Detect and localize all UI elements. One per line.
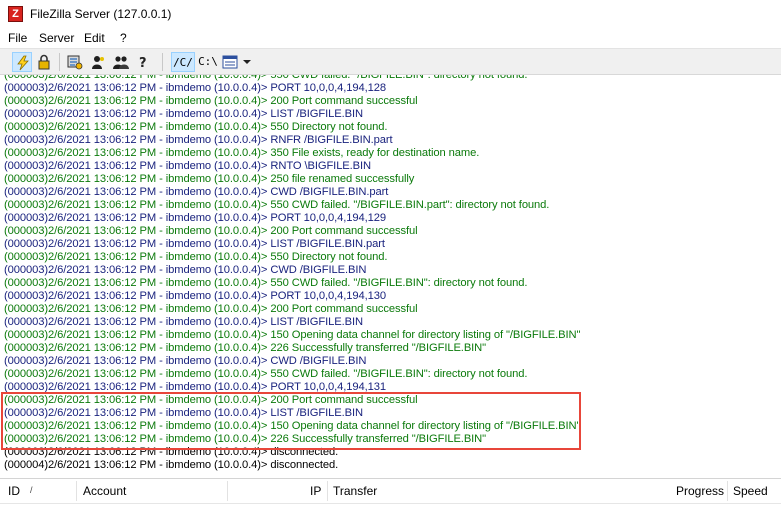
log-line: (000003)2/6/2021 13:06:12 PM - ibmdemo (… — [4, 173, 415, 185]
column-progress[interactable]: Progress — [676, 484, 724, 498]
log-line: (000003)2/6/2021 13:06:12 PM - ibmdemo (… — [4, 95, 418, 107]
log-line: (000003)2/6/2021 13:06:12 PM - ibmdemo (… — [4, 251, 388, 263]
menu-file[interactable]: File — [8, 31, 27, 45]
active-connect-button[interactable] — [12, 52, 32, 72]
sort-indicator-icon: / — [30, 485, 33, 495]
log-line: (000003)2/6/2021 13:06:12 PM - ibmdemo (… — [4, 355, 367, 367]
log-line: (000003)2/6/2021 13:06:12 PM - ibmdemo (… — [4, 316, 363, 328]
column-divider[interactable] — [76, 481, 77, 501]
column-speed[interactable]: Speed — [733, 484, 768, 498]
log-line: (000003)2/6/2021 13:06:12 PM - ibmdemo (… — [4, 342, 487, 354]
help-icon: ? — [139, 56, 147, 70]
log-line: (000003)2/6/2021 13:06:12 PM - ibmdemo (… — [4, 225, 418, 237]
log-line: (000003)2/6/2021 13:06:12 PM - ibmdemo (… — [4, 186, 389, 198]
log-line: (000003)2/6/2021 13:06:12 PM - ibmdemo (… — [4, 238, 385, 250]
log-line: (000003)2/6/2021 13:06:12 PM - ibmdemo (… — [4, 303, 418, 315]
view-dropdown-button[interactable] — [240, 52, 254, 72]
log-line: (000003)2/6/2021 13:06:12 PM - ibmdemo (… — [4, 329, 581, 341]
menu-edit[interactable]: Edit — [84, 31, 105, 45]
log-line: (000003)2/6/2021 13:06:12 PM - ibmdemo (… — [4, 368, 528, 380]
log-line: (000003)2/6/2021 13:06:12 PM - ibmdemo (… — [4, 277, 528, 289]
title-bar: Z FileZilla Server (127.0.0.1) — [0, 0, 781, 29]
menu-bar: File Server Edit ? — [0, 29, 781, 48]
log-line: (000003)2/6/2021 13:06:12 PM - ibmdemo (… — [4, 108, 363, 120]
users-icon — [92, 56, 104, 69]
column-divider[interactable] — [727, 481, 728, 501]
log-line: (000003)2/6/2021 13:06:12 PM - ibmdemo (… — [4, 394, 418, 406]
log-line: (000003)2/6/2021 13:06:12 PM - ibmdemo (… — [4, 82, 387, 94]
log-line: (000003)2/6/2021 13:06:12 PM - ibmdemo (… — [4, 134, 393, 146]
window-title: FileZilla Server (127.0.0.1) — [30, 7, 172, 21]
column-divider[interactable] — [227, 481, 228, 501]
log-panel[interactable]: (000003)2/6/2021 13:06:12 PM - ibmdemo (… — [0, 75, 781, 474]
lock-icon — [38, 54, 50, 70]
log-line: (000003)2/6/2021 13:06:12 PM - ibmdemo (… — [4, 212, 387, 224]
column-ip[interactable]: IP — [310, 484, 321, 498]
view-button[interactable] — [220, 52, 240, 72]
toolbar-separator — [162, 53, 163, 71]
groups-button[interactable] — [111, 52, 131, 72]
log-line: (000003)2/6/2021 13:06:12 PM - ibmdemo (… — [4, 75, 528, 81]
chevron-down-icon — [243, 60, 251, 64]
log-line: (000004)2/6/2021 13:06:12 PM - ibmdemo (… — [4, 459, 339, 471]
log-line: (000003)2/6/2021 13:06:12 PM - ibmdemo (… — [4, 264, 367, 276]
log-line: (000003)2/6/2021 13:06:12 PM - ibmdemo (… — [4, 420, 581, 432]
settings-button[interactable] — [65, 52, 85, 72]
connections-header: ID / Account IP Transfer Progress Speed — [0, 478, 781, 504]
path-c-button[interactable]: /C/ — [171, 52, 195, 72]
help-button[interactable]: ? — [134, 52, 154, 72]
drive-c-button[interactable]: C:\ — [198, 52, 218, 72]
active-connect-icon — [17, 55, 29, 71]
column-id[interactable]: ID — [8, 484, 20, 498]
log-line: (000003)2/6/2021 13:06:12 PM - ibmdemo (… — [4, 199, 550, 211]
column-account[interactable]: Account — [83, 484, 126, 498]
svg-text:?: ? — [139, 56, 147, 70]
lock-button[interactable] — [34, 52, 54, 72]
groups-icon — [113, 56, 129, 69]
filezilla-logo-icon: Z — [8, 6, 23, 22]
column-divider[interactable] — [327, 481, 328, 501]
toolbar: ? /C/ C:\ — [0, 48, 781, 75]
users-button[interactable] — [88, 52, 108, 72]
log-line: (000003)2/6/2021 13:06:12 PM - ibmdemo (… — [4, 446, 339, 458]
column-transfer[interactable]: Transfer — [333, 484, 377, 498]
log-line: (000003)2/6/2021 13:06:12 PM - ibmdemo (… — [4, 433, 487, 445]
settings-icon — [67, 55, 83, 70]
menu-help[interactable]: ? — [120, 31, 127, 45]
log-line: (000003)2/6/2021 13:06:12 PM - ibmdemo (… — [4, 381, 387, 393]
log-line: (000003)2/6/2021 13:06:12 PM - ibmdemo (… — [4, 121, 388, 133]
log-line: (000003)2/6/2021 13:06:12 PM - ibmdemo (… — [4, 147, 480, 159]
window-list-icon — [222, 55, 238, 69]
log-line: (000003)2/6/2021 13:06:12 PM - ibmdemo (… — [4, 407, 363, 419]
log-line: (000003)2/6/2021 13:06:12 PM - ibmdemo (… — [4, 160, 372, 172]
toolbar-separator — [59, 53, 60, 71]
log-line: (000003)2/6/2021 13:06:12 PM - ibmdemo (… — [4, 290, 387, 302]
menu-server[interactable]: Server — [39, 31, 74, 45]
